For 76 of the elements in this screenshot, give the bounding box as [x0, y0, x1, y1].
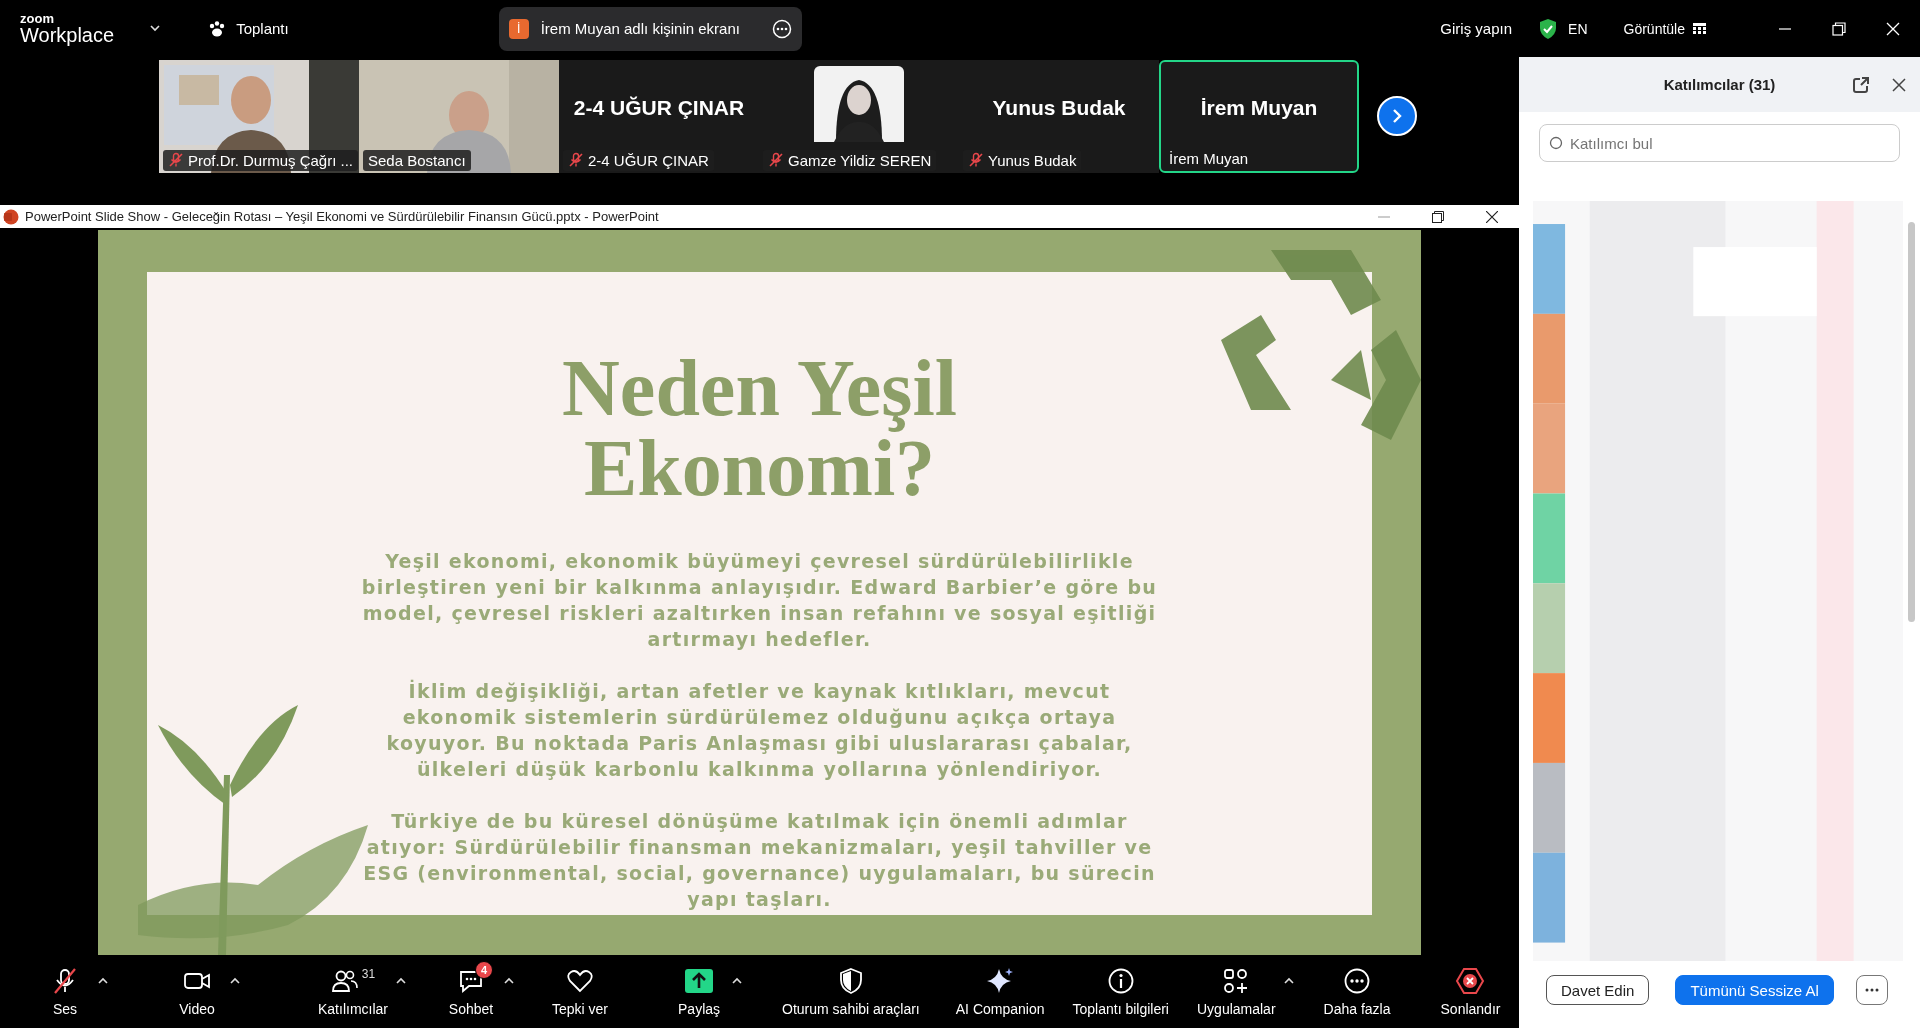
- toolbar-button[interactable]: Tepki ver: [546, 960, 615, 1023]
- caret-icon[interactable]: [504, 976, 514, 984]
- info-icon: [1106, 966, 1135, 995]
- caret-icon[interactable]: [150, 25, 161, 32]
- toolbar-button[interactable]: Ses: [34, 960, 96, 1023]
- participant-name: 2-4 UĞUR ÇINAR: [573, 96, 745, 120]
- toolbar-button[interactable]: Oturum sahibi araçları: [776, 960, 926, 1023]
- mute-all-button[interactable]: Tümünü Sessize Al: [1675, 975, 1834, 1005]
- video-tile[interactable]: 2-4 UĞUR ÇINAR 2-4 UĞUR ÇINAR: [559, 59, 759, 173]
- caret-icon[interactable]: [396, 976, 406, 984]
- video-tile[interactable]: Seda Bostancı: [359, 59, 559, 173]
- next-page-button[interactable]: [1377, 96, 1417, 136]
- toolbar-button[interactable]: Daha fazla: [1317, 960, 1397, 1023]
- meeting-menu[interactable]: Toplantı: [202, 18, 295, 39]
- name-label: İrem Muyan: [1168, 148, 1250, 169]
- muted-mic-icon: [968, 152, 984, 168]
- initial-avatar: İ: [508, 18, 529, 39]
- language-label[interactable]: EN: [1568, 20, 1588, 37]
- name-label: Seda Bostancı: [363, 149, 471, 171]
- end-meeting-icon: [1455, 966, 1486, 995]
- search-icon: [1549, 136, 1563, 150]
- pop-out-icon[interactable]: [1852, 75, 1870, 94]
- toolbar-button[interactable]: 4 Sohbet: [440, 960, 502, 1023]
- slide-paragraph: Türkiye de bu küresel dönüşüme katılmak için önemli adımlar atıyor: Sürdürülebilir finansman mekanizmaları, yeşil tahviller ve ESG (environmental, social, governance) uygulamaları, bu sürecin yapı taşları.: [362, 809, 1157, 912]
- close-icon[interactable]: [1892, 77, 1906, 92]
- view-button[interactable]: Görüntüle: [1617, 19, 1712, 38]
- search-field[interactable]: Katılımcı bul: [1539, 124, 1900, 162]
- close-icon[interactable]: [1486, 210, 1498, 223]
- name-label: Prof.Dr. Durmuş Çağrı ...: [163, 149, 359, 171]
- video-tile[interactable]: Gamze Yildiz SEREN: [759, 59, 959, 173]
- grid-icon: [1693, 23, 1706, 34]
- caret-icon[interactable]: [98, 976, 108, 984]
- toolbar-button[interactable]: Paylaş: [668, 960, 731, 1023]
- slide-title: Neden Yeşil Ekonomi?: [561, 348, 958, 508]
- window-title: PowerPoint Slide Show - Geleceğin Rotası – Yeşil Ekonomi ve Sürdürülebilir Finansın Gücü.pptx - PowerPoint: [25, 209, 659, 224]
- caret-icon[interactable]: [1283, 976, 1294, 984]
- video-tile[interactable]: İrem Muyan İrem Muyan: [1159, 59, 1359, 173]
- toolbar-button[interactable]: Toplantı bilgileri: [1066, 960, 1175, 1023]
- shield-check-icon[interactable]: [1538, 17, 1559, 40]
- sign-in-link[interactable]: Giriş yapın: [1440, 20, 1513, 37]
- logo-text: zoom: [20, 12, 55, 25]
- participant-name: İrem Muyan: [1200, 96, 1318, 120]
- chevron-right-icon: [1391, 108, 1403, 124]
- toolbar-button[interactable]: Uygulamalar: [1191, 960, 1282, 1023]
- muted-mic-icon: [51, 966, 79, 995]
- slide-paragraph: Yeşil ekonomi, ekonomik büyümeyi çevresel sürdürülebilirlikle birleştiren yeni bir kalkınma anlayışıdır. Edward Barbier’e göre bu model, çevresel riskleri azaltırken insan refahını ve sosyal eşitliği artırmayı hedefler.: [360, 549, 1159, 652]
- notification-badge: 4: [475, 960, 493, 979]
- video-tile[interactable]: Yunus Budak Yunus Budak: [959, 59, 1159, 173]
- toolbar-button[interactable]: 31 Katılımcılar: [312, 960, 394, 1023]
- restore-icon[interactable]: [1432, 210, 1444, 223]
- muted-mic-icon: [168, 152, 184, 168]
- restore-icon[interactable]: [1832, 21, 1846, 36]
- share-screen-icon: [684, 967, 715, 994]
- slide-paragraph: İklim değişikliği, artan afetler ve kaynak kıtlıkları, mevcut ekonomik sistemlerin sürdürülemez olduğunu açıkça ortaya koyuyor. Bu noktada Paris Anlaşması gibi uluslararası çabalar, ülkeleri düşük karbonlu kalkınma yollarına yönlendiriyor.: [385, 678, 1134, 782]
- muted-mic-icon: [568, 152, 584, 168]
- toolbar-button[interactable]: AI Companion: [949, 960, 1051, 1023]
- panel-title: Katılımcılar (31): [1663, 76, 1776, 93]
- paw-icon: [208, 19, 227, 38]
- more-icon: [1343, 966, 1372, 995]
- share-banner-text: İrem Muyan adlı kişinin ekranı: [540, 20, 740, 37]
- toolbar-button[interactable]: Video: [166, 960, 228, 1023]
- muted-mic-icon: [768, 152, 784, 168]
- more-icon: [1864, 988, 1879, 992]
- caret-icon[interactable]: [230, 976, 240, 984]
- logo-text: Workplace: [20, 25, 115, 45]
- toolbar-button[interactable]: Sonlandır: [1434, 960, 1507, 1023]
- participant-name: Yunus Budak: [992, 96, 1126, 120]
- sparkle-icon: [986, 966, 1015, 995]
- more-icon[interactable]: [771, 18, 792, 39]
- invite-button[interactable]: Davet Edin: [1546, 975, 1650, 1005]
- video-tile[interactable]: Prof.Dr. Durmuş Çağrı ...: [159, 59, 359, 173]
- scrollbar[interactable]: [1908, 222, 1915, 622]
- more-button[interactable]: [1855, 975, 1888, 1005]
- participant-count: 31: [361, 966, 376, 981]
- powerpoint-icon: [3, 208, 19, 225]
- caret-icon[interactable]: [732, 976, 743, 984]
